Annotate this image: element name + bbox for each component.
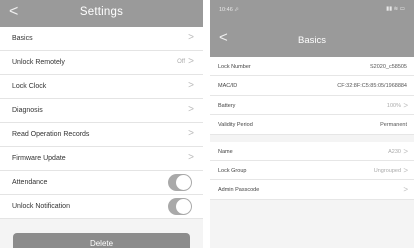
- settings-item-unlock-notification: Unlock Notification: [0, 195, 203, 219]
- chevron-right-icon: >: [188, 80, 194, 91]
- page-title: Settings: [79, 6, 124, 18]
- chevron-right-icon: >: [188, 128, 194, 139]
- delete-button[interactable]: Delete: [13, 233, 190, 248]
- chevron-right-icon: >: [188, 104, 194, 115]
- settings-item-value: Off: [177, 59, 185, 65]
- chevron-right-icon: >: [403, 185, 408, 195]
- basics-item-label: Name: [218, 148, 233, 155]
- chevron-right-icon: >: [403, 100, 408, 110]
- basics-item-validity-period: Validity Period Permanent: [210, 115, 414, 135]
- settings-list: Basics > Unlock Remotely Off > Lock Cloc…: [0, 27, 203, 219]
- status-time: 10:46 ⬀: [219, 7, 239, 13]
- settings-item-label: Firmware Update: [12, 155, 66, 162]
- toggle-knob: [176, 175, 191, 190]
- basics-item-value: 100%: [386, 102, 401, 109]
- settings-item-label: Lock Clock: [12, 83, 47, 90]
- basics-item-value: S2020_c58505: [369, 64, 407, 70]
- settings-item-read-operation-records[interactable]: Read Operation Records >: [0, 123, 203, 147]
- settings-screen: < Settings Basics > Unlock Remotely Off …: [0, 0, 203, 248]
- basics-item-admin-passcode[interactable]: Admin Passcode >: [210, 180, 414, 200]
- basics-item-value: Ungrouped: [373, 167, 401, 174]
- basics-item-name[interactable]: Name A230 >: [210, 141, 414, 161]
- section-divider: [210, 134, 414, 142]
- settings-nav-bar: < Settings: [0, 0, 203, 27]
- basics-item-value: Permanent: [380, 122, 407, 129]
- basics-item-label: Lock Number: [218, 64, 251, 70]
- settings-item-label: Basics: [12, 35, 33, 42]
- unlock-notification-toggle[interactable]: [168, 198, 192, 215]
- basics-item-label: MAC/ID: [218, 83, 238, 90]
- settings-item-diagnosis[interactable]: Diagnosis >: [0, 99, 203, 123]
- basics-item-lock-number: Lock Number S2020_c58505: [210, 57, 414, 77]
- basics-item-battery[interactable]: Battery 100% >: [210, 95, 414, 116]
- settings-item-label: Unlock Remotely: [12, 59, 65, 66]
- settings-item-attendance: Attendance: [0, 171, 203, 195]
- basics-screen: 10:46 ⬀ ▮▮ ≋ ▭ < Basics Lock Number S202…: [210, 0, 414, 248]
- page-title: Basics: [298, 35, 326, 46]
- settings-item-basics[interactable]: Basics >: [0, 27, 203, 51]
- basics-item-mac-id: MAC/ID CF:32:8F:C5:85:05/1968884: [210, 76, 414, 96]
- settings-item-label: Diagnosis: [12, 107, 43, 114]
- basics-item-label: Admin Passcode: [218, 187, 260, 194]
- settings-item-label: Attendance: [12, 179, 48, 186]
- basics-item-lock-group[interactable]: Lock Group Ungrouped >: [210, 160, 414, 181]
- basics-item-label: Validity Period: [218, 122, 253, 129]
- basics-item-value: CF:32:8F:C5:85:05/1968884: [337, 83, 407, 90]
- settings-item-lock-clock[interactable]: Lock Clock >: [0, 75, 203, 99]
- basics-item-label: Lock Group: [218, 167, 247, 174]
- basics-header: 10:46 ⬀ ▮▮ ≋ ▭ < Basics: [210, 0, 414, 57]
- basics-item-label: Battery: [218, 102, 236, 109]
- chevron-right-icon: >: [188, 32, 194, 43]
- chevron-right-icon: >: [188, 152, 194, 163]
- settings-item-label: Unlock Notification: [12, 203, 70, 210]
- chevron-right-icon: >: [403, 146, 408, 156]
- settings-item-unlock-remotely[interactable]: Unlock Remotely Off >: [0, 51, 203, 75]
- basics-item-value: A230: [388, 148, 401, 155]
- settings-item-label: Read Operation Records: [12, 131, 90, 138]
- chevron-right-icon: >: [403, 165, 408, 175]
- toggle-knob: [176, 199, 191, 214]
- attendance-toggle[interactable]: [168, 174, 192, 191]
- chevron-right-icon: >: [188, 56, 194, 67]
- status-bar-icons: ▮▮ ≋ ▭: [386, 6, 405, 12]
- settings-item-firmware-update[interactable]: Firmware Update >: [0, 147, 203, 171]
